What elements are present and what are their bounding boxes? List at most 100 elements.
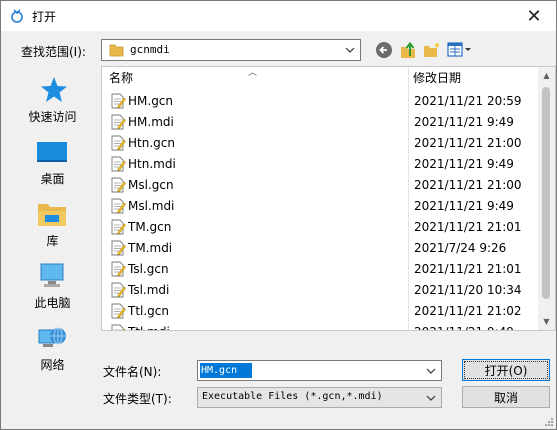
open-button[interactable]: 打开(O) (462, 359, 550, 381)
file-date: 2021/7/24 9:26 (414, 241, 507, 255)
file-icon (110, 177, 126, 193)
place-network[interactable]: 网络 (12, 318, 93, 374)
look-in-value: gcnmdi (130, 43, 170, 56)
view-menu-icon[interactable] (447, 41, 473, 59)
column-header-name[interactable]: 名称 (109, 67, 133, 89)
file-icon (110, 198, 126, 214)
file-name-label: 文件名(N): (103, 365, 162, 379)
file-icon (110, 156, 126, 172)
file-row[interactable]: Msl.mdi 2021/11/21 9:49 (102, 196, 542, 217)
library-icon (38, 204, 66, 226)
open-file-dialog: 打开 ✕ 查找范围(I): gcnmdi 快速访问 桌面 库 此电脑 网络 ︿ … (0, 0, 557, 430)
file-date: 2021/11/21 21:00 (414, 178, 522, 192)
file-date: 2021/11/21 21:01 (414, 262, 522, 276)
look-in-combobox[interactable]: gcnmdi (101, 39, 361, 61)
close-icon: ✕ (526, 5, 542, 27)
places-bar: 快速访问 桌面 库 此电脑 网络 (12, 66, 93, 376)
vertical-scrollbar[interactable]: ▲ ▼ (538, 67, 555, 330)
file-date: 2021/11/21 9:49 (414, 325, 514, 330)
look-in-label: 查找范围(I): (21, 45, 86, 59)
new-folder-icon[interactable] (423, 41, 441, 59)
scroll-up-icon[interactable]: ▲ (538, 67, 555, 84)
resize-grip-icon[interactable] (544, 417, 554, 427)
file-date: 2021/11/21 21:02 (414, 304, 522, 318)
desktop-icon (37, 142, 67, 162)
file-row[interactable]: TM.mdi 2021/7/24 9:26 (102, 238, 542, 259)
file-row[interactable]: HM.mdi 2021/11/21 9:49 (102, 112, 542, 133)
place-label: 桌面 (40, 172, 65, 186)
cancel-button-label: 取消 (493, 390, 518, 405)
file-name: Tsl.gcn (128, 262, 169, 276)
computer-icon (40, 263, 64, 287)
file-row[interactable]: TM.gcn 2021/11/21 21:01 (102, 217, 542, 238)
place-label: 快速访问 (28, 110, 77, 124)
file-date: 2021/11/21 9:49 (414, 199, 514, 213)
file-name: TM.mdi (128, 241, 173, 255)
file-icon (110, 114, 126, 130)
file-row[interactable]: Htn.mdi 2021/11/21 9:49 (102, 154, 542, 175)
file-date: 2021/11/21 20:59 (414, 94, 522, 108)
file-name-combobox[interactable] (197, 360, 442, 381)
file-date: 2021/11/21 9:49 (414, 115, 514, 129)
file-icon (110, 135, 126, 151)
file-icon (110, 219, 126, 235)
scroll-down-icon[interactable]: ▼ (538, 313, 555, 330)
file-name: Htn.gcn (128, 136, 175, 150)
file-icon (110, 93, 126, 109)
place-this-pc[interactable]: 此电脑 (12, 256, 93, 312)
place-quick-access[interactable]: 快速访问 (12, 70, 93, 126)
star-icon (41, 77, 67, 102)
file-icon (110, 324, 126, 330)
file-name: Ttl.gcn (128, 304, 170, 318)
back-icon[interactable] (375, 41, 393, 59)
file-name-input[interactable] (200, 363, 252, 378)
chevron-down-icon[interactable] (342, 40, 358, 60)
network-icon (38, 327, 66, 347)
scroll-thumb[interactable] (542, 87, 550, 299)
column-header-date[interactable]: 修改日期 (413, 67, 461, 89)
file-row[interactable]: Msl.gcn 2021/11/21 21:00 (102, 175, 542, 196)
place-label: 库 (46, 234, 59, 248)
file-row[interactable]: Tsl.mdi 2021/11/20 10:34 (102, 280, 542, 301)
folder-icon (109, 44, 124, 57)
chevron-down-icon[interactable] (423, 361, 439, 381)
file-row[interactable]: Tsl.gcn 2021/11/21 21:01 (102, 259, 542, 280)
file-name: HM.gcn (128, 94, 174, 108)
file-row[interactable]: Ttl.mdi 2021/11/21 9:49 (102, 322, 542, 330)
place-desktop[interactable]: 桌面 (12, 132, 93, 188)
file-name: TM.gcn (128, 220, 172, 234)
file-date: 2021/11/20 10:34 (414, 283, 522, 297)
file-name: Htn.mdi (128, 157, 176, 171)
file-icon (110, 240, 126, 256)
file-date: 2021/11/21 9:49 (414, 157, 514, 171)
file-row[interactable]: Ttl.gcn 2021/11/21 21:02 (102, 301, 542, 322)
file-row[interactable]: Htn.gcn 2021/11/21 21:00 (102, 133, 542, 154)
file-type-value: Executable Files (*.gcn,*.mdi) (202, 391, 383, 402)
title-bar: 打开 ✕ (1, 1, 556, 31)
dialog-title: 打开 (32, 10, 57, 24)
file-name: Ttl.mdi (128, 325, 170, 330)
file-type-label: 文件类型(T): (103, 392, 172, 406)
up-folder-icon[interactable] (399, 41, 417, 59)
file-name: Msl.gcn (128, 178, 174, 192)
file-row[interactable]: HM.gcn 2021/11/21 20:59 (102, 91, 542, 112)
file-name: Msl.mdi (128, 199, 175, 213)
sort-ascending-icon: ︿ (248, 68, 258, 78)
cancel-button[interactable]: 取消 (462, 386, 550, 408)
place-label: 此电脑 (34, 296, 71, 310)
open-button-label: 打开(O) (484, 363, 528, 378)
place-label: 网络 (40, 358, 65, 372)
app-icon (11, 9, 23, 23)
place-library[interactable]: 库 (12, 194, 93, 250)
close-button[interactable]: ✕ (512, 1, 556, 31)
file-type-select[interactable]: Executable Files (*.gcn,*.mdi) (197, 387, 442, 408)
file-name: HM.mdi (128, 115, 174, 129)
file-list[interactable]: ︿ 名称 修改日期 HM.gcn 2021/11/21 20:59 HM.mdi 20… (101, 66, 556, 331)
chevron-down-icon[interactable] (423, 388, 439, 408)
file-icon (110, 282, 126, 298)
file-date: 2021/11/21 21:00 (414, 136, 522, 150)
file-icon (110, 303, 126, 319)
file-date: 2021/11/21 21:01 (414, 220, 522, 234)
file-name: Tsl.mdi (128, 283, 170, 297)
file-icon (110, 261, 126, 277)
